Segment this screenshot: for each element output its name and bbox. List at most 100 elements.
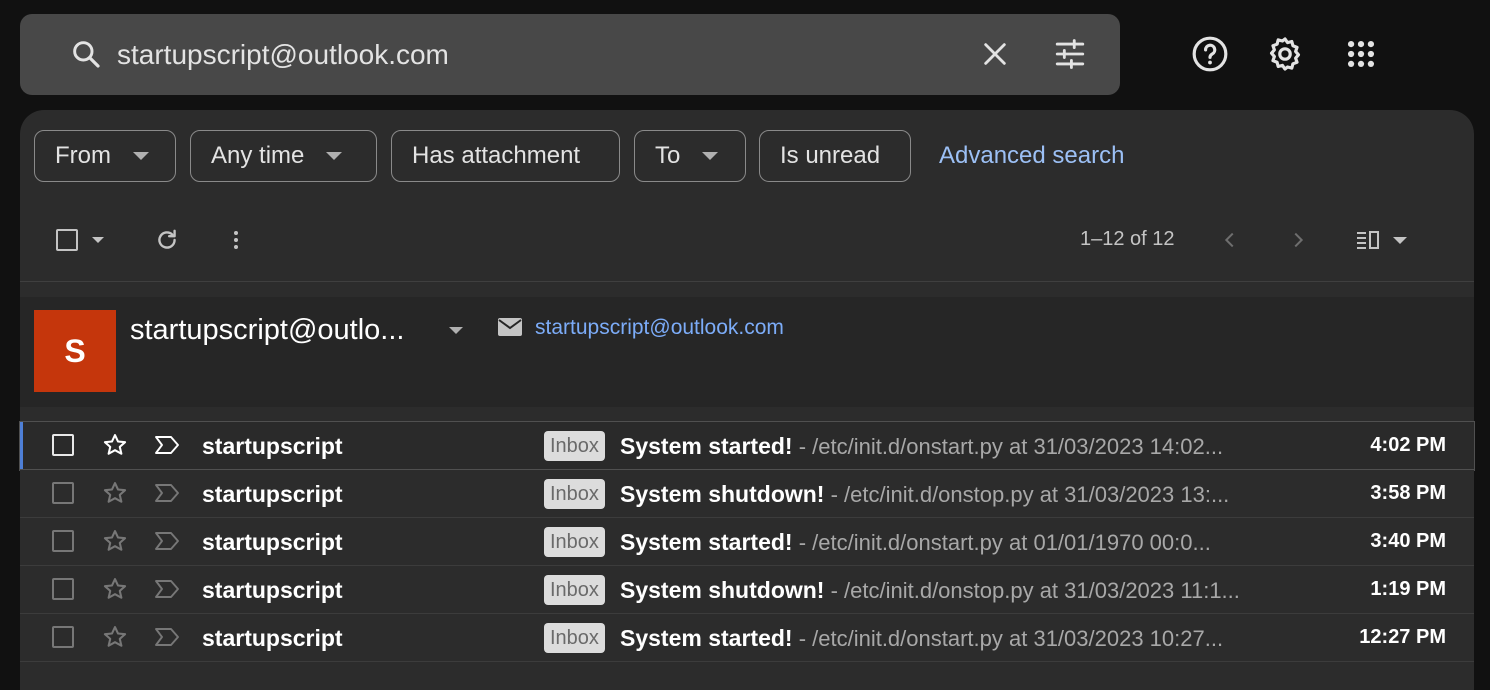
avatar[interactable]: S [34, 310, 116, 392]
mail-icon [497, 317, 523, 337]
select-all-checkbox[interactable] [56, 229, 78, 251]
row-checkbox[interactable] [52, 482, 74, 504]
email-snippet: - /etc/init.d/onstart.py at 31/03/2023 1… [792, 626, 1224, 651]
caret-down-icon [92, 237, 104, 243]
star-icon[interactable] [102, 576, 128, 602]
important-marker-icon[interactable] [154, 483, 180, 503]
caret-down-icon [1393, 236, 1407, 244]
email-subject-text: System shutdown! [620, 577, 825, 603]
filter-chip-from[interactable]: From [34, 130, 176, 182]
previous-page-button[interactable] [1216, 226, 1244, 254]
filter-chip-has-attachment[interactable]: Has attachment [391, 130, 620, 182]
close-icon [984, 43, 1006, 65]
filter-chip-label: Has attachment [412, 142, 581, 169]
important-marker-icon[interactable] [154, 579, 180, 599]
help-icon [1192, 36, 1228, 72]
filter-chip-label: From [55, 142, 111, 169]
filter-chip-label: Any time [211, 142, 305, 169]
chevron-left-icon [1224, 232, 1234, 248]
row-checkbox[interactable] [52, 530, 74, 552]
important-marker-icon[interactable] [154, 627, 180, 647]
search-bar[interactable]: startupscript@outlook.com [20, 14, 1120, 95]
email-sender: startupscript [202, 577, 343, 603]
email-subject: System shutdown! - /etc/init.d/onstop.py… [620, 577, 1240, 604]
more-options-button[interactable] [222, 226, 250, 254]
apps-button[interactable] [1341, 34, 1381, 74]
select-all-dropdown[interactable] [50, 226, 110, 254]
inbox-label-badge: Inbox [544, 431, 605, 461]
caret-down-icon [702, 152, 719, 160]
row-checkbox[interactable] [52, 578, 74, 600]
split-pane-icon [1357, 231, 1379, 249]
filter-chip-to[interactable]: To [634, 130, 746, 182]
filter-chip-label: Is unread [780, 142, 881, 169]
email-row[interactable]: startupscript Inbox System shutdown! - /… [20, 470, 1474, 518]
chevron-right-icon [1294, 232, 1304, 248]
email-subject-text: System started! [620, 625, 793, 651]
email-subject-text: System started! [620, 433, 793, 459]
email-subject: System started! - /etc/init.d/onstart.py… [620, 529, 1211, 556]
email-snippet: - /etc/init.d/onstop.py at 31/03/2023 13… [824, 482, 1230, 507]
email-row[interactable]: startupscript Inbox System shutdown! - /… [20, 566, 1474, 614]
help-button[interactable] [1190, 34, 1230, 74]
gear-icon [1269, 37, 1301, 71]
email-subject: System shutdown! - /etc/init.d/onstop.py… [620, 481, 1229, 508]
advanced-search-link[interactable]: Advanced search [939, 142, 1124, 170]
contact-name[interactable]: startupscript@outlo... [130, 314, 404, 347]
row-checkbox[interactable] [52, 434, 74, 456]
toolbar-divider [20, 281, 1474, 282]
email-time: 4:02 PM [1370, 434, 1446, 456]
contact-email-link[interactable]: startupscript@outlook.com [535, 316, 784, 340]
split-pane-toggle[interactable] [1350, 226, 1412, 254]
email-row[interactable]: startupscript Inbox System started! - /e… [20, 422, 1474, 470]
email-snippet: - /etc/init.d/onstop.py at 31/03/2023 11… [824, 578, 1240, 603]
results-panel: From Any time Has attachment To Is unrea… [20, 110, 1474, 690]
filter-chip-any-time[interactable]: Any time [190, 130, 377, 182]
clear-search-button[interactable] [977, 36, 1013, 72]
important-marker-icon[interactable] [154, 531, 180, 551]
email-time: 1:19 PM [1370, 578, 1446, 600]
tune-icon [1055, 39, 1085, 69]
email-subject-text: System started! [620, 529, 793, 555]
email-row[interactable]: startupscript Inbox System started! - /e… [20, 518, 1474, 566]
inbox-label-badge: Inbox [544, 479, 605, 509]
row-checkbox[interactable] [52, 626, 74, 648]
email-time: 12:27 PM [1359, 626, 1446, 648]
email-subject-text: System shutdown! [620, 481, 825, 507]
email-sender: startupscript [202, 529, 343, 555]
next-page-button[interactable] [1284, 226, 1312, 254]
inbox-label-badge: Inbox [544, 527, 605, 557]
caret-down-icon [133, 152, 149, 160]
email-snippet: - /etc/init.d/onstart.py at 31/03/2023 1… [792, 434, 1224, 459]
star-icon[interactable] [102, 528, 128, 554]
email-sender: startupscript [202, 481, 343, 507]
search-options-button[interactable] [1050, 34, 1090, 74]
email-snippet: - /etc/init.d/onstart.py at 01/01/1970 0… [792, 530, 1211, 555]
important-marker-icon[interactable] [154, 435, 180, 455]
email-row[interactable]: startupscript Inbox System started! - /e… [20, 614, 1474, 662]
pagination-range: 1–12 of 12 [1080, 228, 1175, 250]
email-subject: System started! - /etc/init.d/onstart.py… [620, 433, 1223, 460]
contact-caret-down-icon[interactable] [449, 327, 463, 334]
email-subject: System started! - /etc/init.d/onstart.py… [620, 625, 1223, 652]
star-icon[interactable] [102, 480, 128, 506]
inbox-label-badge: Inbox [544, 623, 605, 653]
settings-button[interactable] [1265, 34, 1305, 74]
more-vert-icon [234, 231, 238, 249]
filter-chip-label: To [655, 142, 681, 169]
search-icon[interactable] [70, 38, 102, 70]
star-icon[interactable] [102, 624, 128, 650]
contact-card: S startupscript@outlo... startupscript@o… [20, 297, 1474, 407]
apps-grid-icon [1347, 40, 1375, 68]
email-sender: startupscript [202, 625, 343, 651]
email-list: startupscript Inbox System started! - /e… [20, 422, 1474, 662]
search-input[interactable]: startupscript@outlook.com [117, 38, 449, 72]
refresh-button[interactable] [153, 226, 181, 254]
refresh-icon [158, 229, 176, 249]
filter-chip-is-unread[interactable]: Is unread [759, 130, 911, 182]
email-time: 3:40 PM [1370, 530, 1446, 552]
email-sender: startupscript [202, 433, 343, 459]
star-icon[interactable] [102, 432, 128, 458]
email-time: 3:58 PM [1370, 482, 1446, 504]
inbox-label-badge: Inbox [544, 575, 605, 605]
